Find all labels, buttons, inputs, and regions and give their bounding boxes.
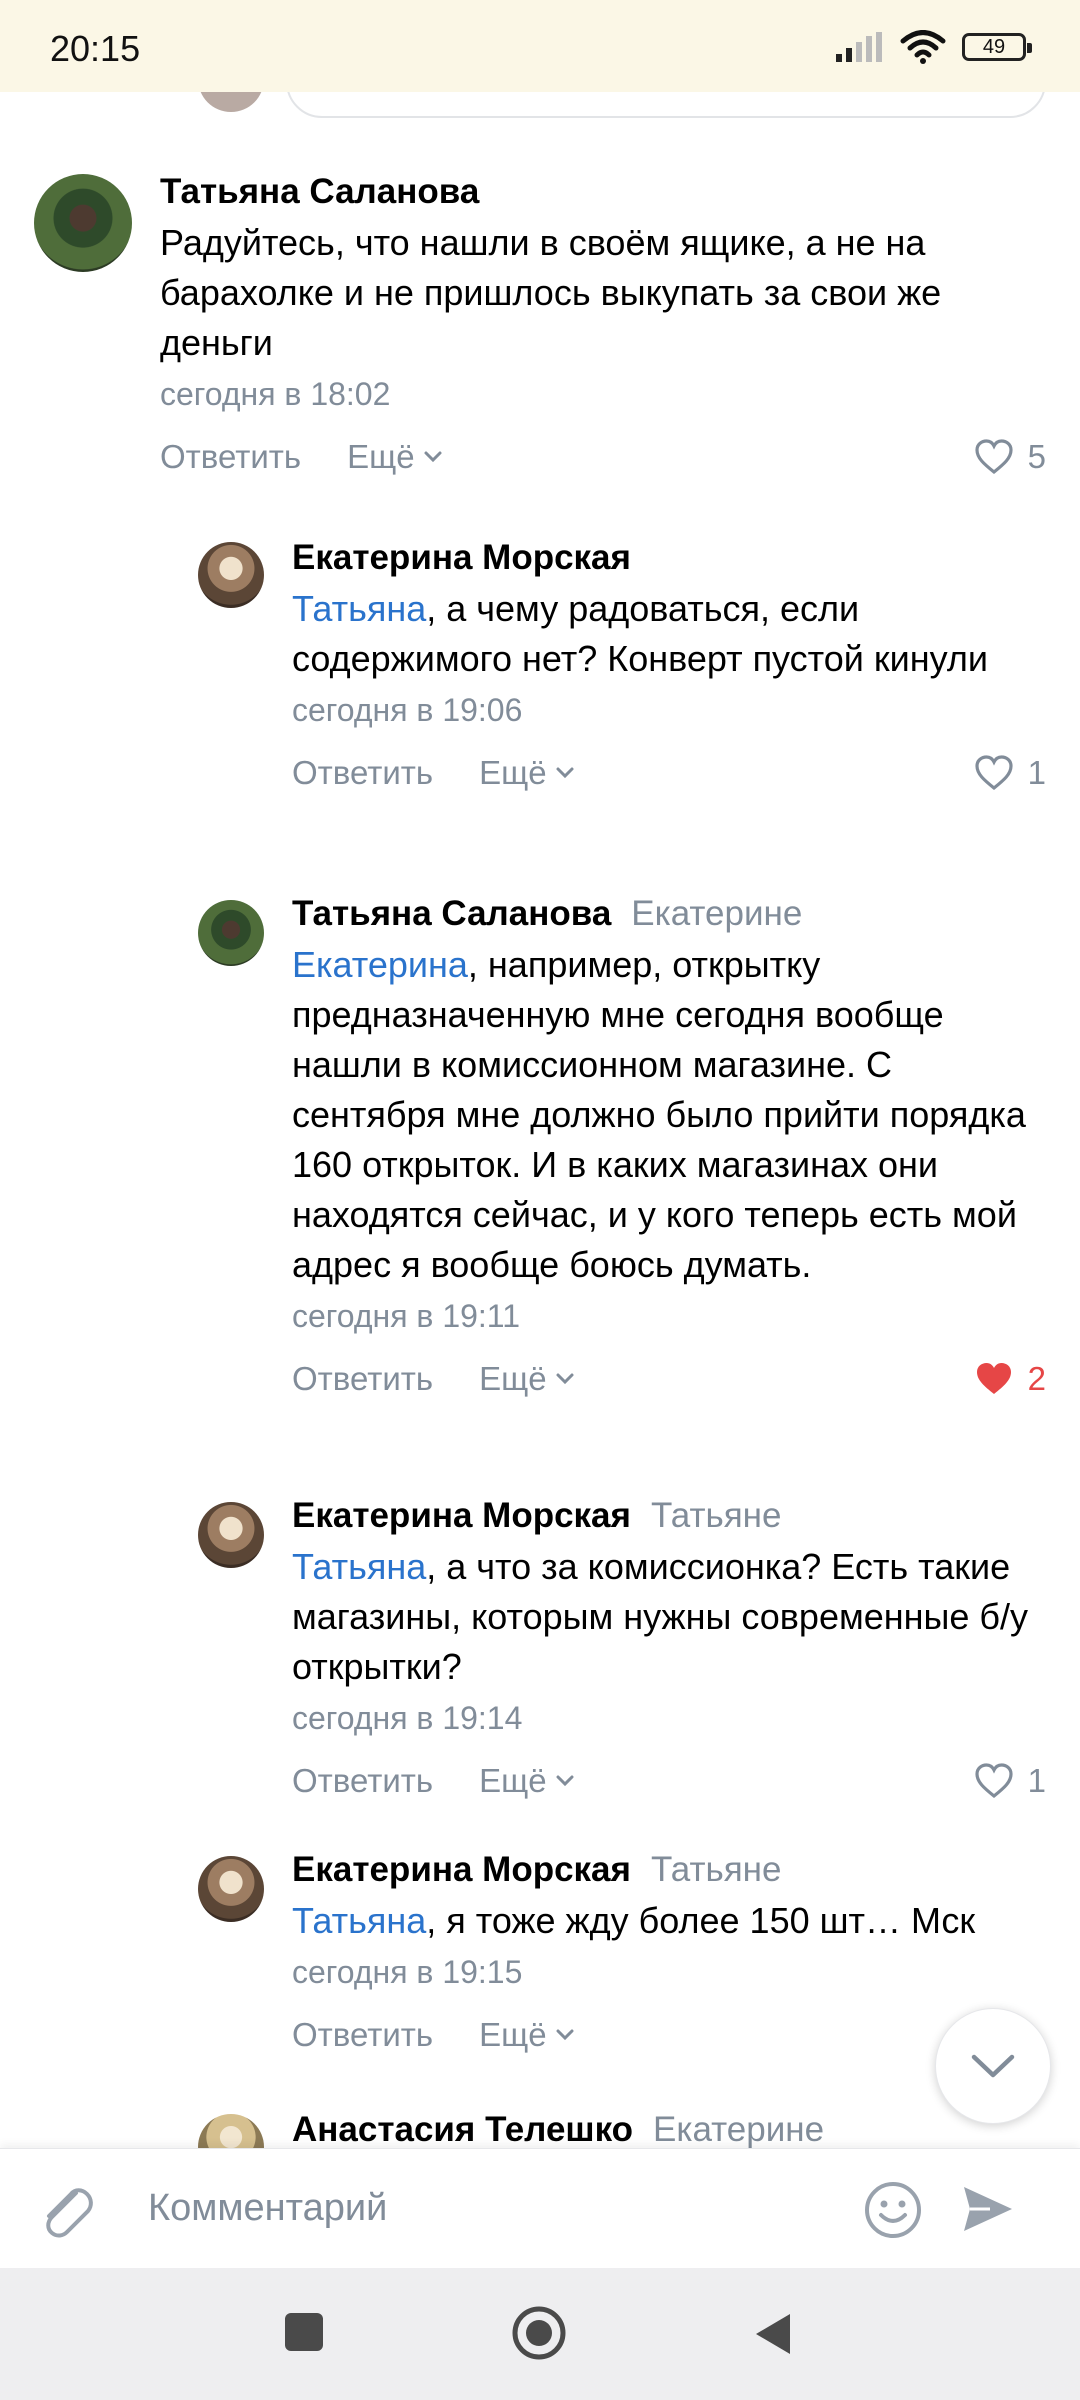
more-button[interactable]: Ещё [479,754,575,792]
reply-to-label[interactable]: Екатерине [653,2110,824,2150]
comment-author[interactable]: Татьяна Саланова [160,172,479,212]
comment-time: сегодня в 19:14 [292,1700,523,1736]
comment-input[interactable]: Комментарий [148,2187,387,2230]
reply-button[interactable]: Ответить [160,438,301,476]
comment-author[interactable]: Екатерина Морская [292,1496,631,1536]
comment-actions: Ответить Ещё 5 [160,427,1046,487]
heart-outline-icon [975,755,1013,791]
avatar[interactable] [198,542,264,608]
status-icons: 49 [836,30,1032,64]
comment-text-content: , я тоже жду более 150 шт… Мск [426,1900,976,1941]
chevron-down-icon [556,767,574,779]
system-nav-bar [0,2268,1080,2400]
comment-actions: Ответить Ещё [292,2005,1046,2065]
chevron-down-icon [971,2054,1015,2078]
comment-text: Татьяна, я тоже жду более 150 шт… Мск [292,1896,1046,1946]
comment-body: Екатерина Морская Татьяна, а чему радова… [292,538,1046,803]
signal-icon [836,32,882,62]
avatar[interactable] [34,174,132,272]
comment-author[interactable]: Екатерина Морская [292,1850,631,1890]
comment-time: сегодня в 18:02 [160,376,391,412]
comment-text-content: Радуйтесь, что нашли в своём ящике, а не… [160,222,942,363]
more-label: Ещё [479,1762,547,1799]
wifi-icon [900,30,946,64]
back-icon[interactable] [752,2310,794,2358]
recent-apps-icon[interactable] [282,2310,326,2354]
smile-icon[interactable] [862,2179,924,2241]
reply-button[interactable]: Ответить [292,1360,433,1398]
like-count: 1 [1027,1762,1046,1799]
like-button[interactable]: 1 [974,1751,1046,1811]
status-time: 20:15 [50,28,141,69]
chevron-down-icon [424,451,442,463]
like-count: 2 [1027,1360,1046,1397]
battery-level: 49 [982,36,1006,58]
more-button[interactable]: Ещё [347,438,443,476]
comment-body: Татьяна Саланова Екатерине Екатерина, на… [292,894,1046,1409]
reply-button[interactable]: Ответить [292,1762,433,1800]
scroll-down-button[interactable] [935,2008,1051,2124]
comment-author[interactable]: Татьяна Саланова [292,894,611,934]
comment-actions: Ответить Ещё 2 [292,1349,1046,1409]
comment-body: Анастасия Телешко Екатерине [292,2110,1046,2150]
comment-text: Екатерина, например, открытку предназнач… [292,940,1046,1290]
reply-to-label[interactable]: Татьяне [651,1496,782,1536]
avatar[interactable] [198,900,264,966]
comment-actions: Ответить Ещё 1 [292,743,1046,803]
reply-to-label[interactable]: Татьяне [651,1850,782,1890]
more-label: Ещё [479,1360,547,1397]
chevron-down-icon [556,1775,574,1787]
more-label: Ещё [479,2016,547,2053]
comment-composer: Комментарий [0,2148,1080,2269]
comment-author[interactable]: Анастасия Телешко [292,2110,633,2150]
comment-text: Татьяна, а что за комиссионка? Есть таки… [292,1542,1046,1692]
comment-time: сегодня в 19:06 [292,692,523,728]
like-button[interactable]: 1 [974,743,1046,803]
heart-filled-icon [976,1363,1011,1394]
reply-button[interactable]: Ответить [292,754,433,792]
more-button[interactable]: Ещё [479,1360,575,1398]
reply-button[interactable]: Ответить [292,2016,433,2054]
avatar[interactable] [198,1856,264,1922]
chevron-down-icon [556,1373,574,1385]
comment-body: Екатерина Морская Татьяне Татьяна, а что… [292,1496,1046,1811]
comment-text: Радуйтесь, что нашли в своём ящике, а не… [160,218,1046,368]
status-bar: 20:15 49 [0,0,1080,92]
like-button[interactable]: 2 [974,1349,1046,1409]
more-label: Ещё [479,754,547,791]
heart-outline-icon [975,1763,1013,1799]
chevron-down-icon [556,2029,574,2041]
comment-actions: Ответить Ещё 1 [292,1751,1046,1811]
like-button[interactable]: 5 [974,427,1046,487]
comment-author[interactable]: Екатерина Морская [292,538,631,578]
mention-link[interactable]: Татьяна [292,1900,426,1941]
mention-link[interactable]: Татьяна [292,588,426,629]
paperclip-icon[interactable] [36,2179,96,2241]
comment-text: Татьяна, а чему радоваться, если содержи… [292,584,1046,684]
avatar[interactable] [198,1502,264,1568]
home-icon[interactable] [510,2304,568,2362]
reply-to-label[interactable]: Екатерине [631,894,802,934]
mention-link[interactable]: Татьяна [292,1546,426,1587]
comment-body: Екатерина Морская Татьяне Татьяна, я тож… [292,1850,1046,2065]
more-button[interactable]: Ещё [479,2016,575,2054]
comment-text-content: , например, открытку предназначенную мне… [292,944,1026,1285]
comment-time: сегодня в 19:15 [292,1954,523,1990]
more-label: Ещё [347,438,415,475]
like-count: 1 [1027,754,1046,791]
like-count: 5 [1027,438,1046,475]
comment-body: Татьяна Саланова Радуйтесь, что нашли в … [160,172,1046,487]
send-icon[interactable] [958,2179,1018,2239]
more-button[interactable]: Ещё [479,1762,575,1800]
battery-icon: 49 [962,33,1032,61]
heart-outline-icon [975,439,1013,475]
comment-time: сегодня в 19:11 [292,1298,521,1334]
mention-link[interactable]: Екатерина [292,944,468,985]
